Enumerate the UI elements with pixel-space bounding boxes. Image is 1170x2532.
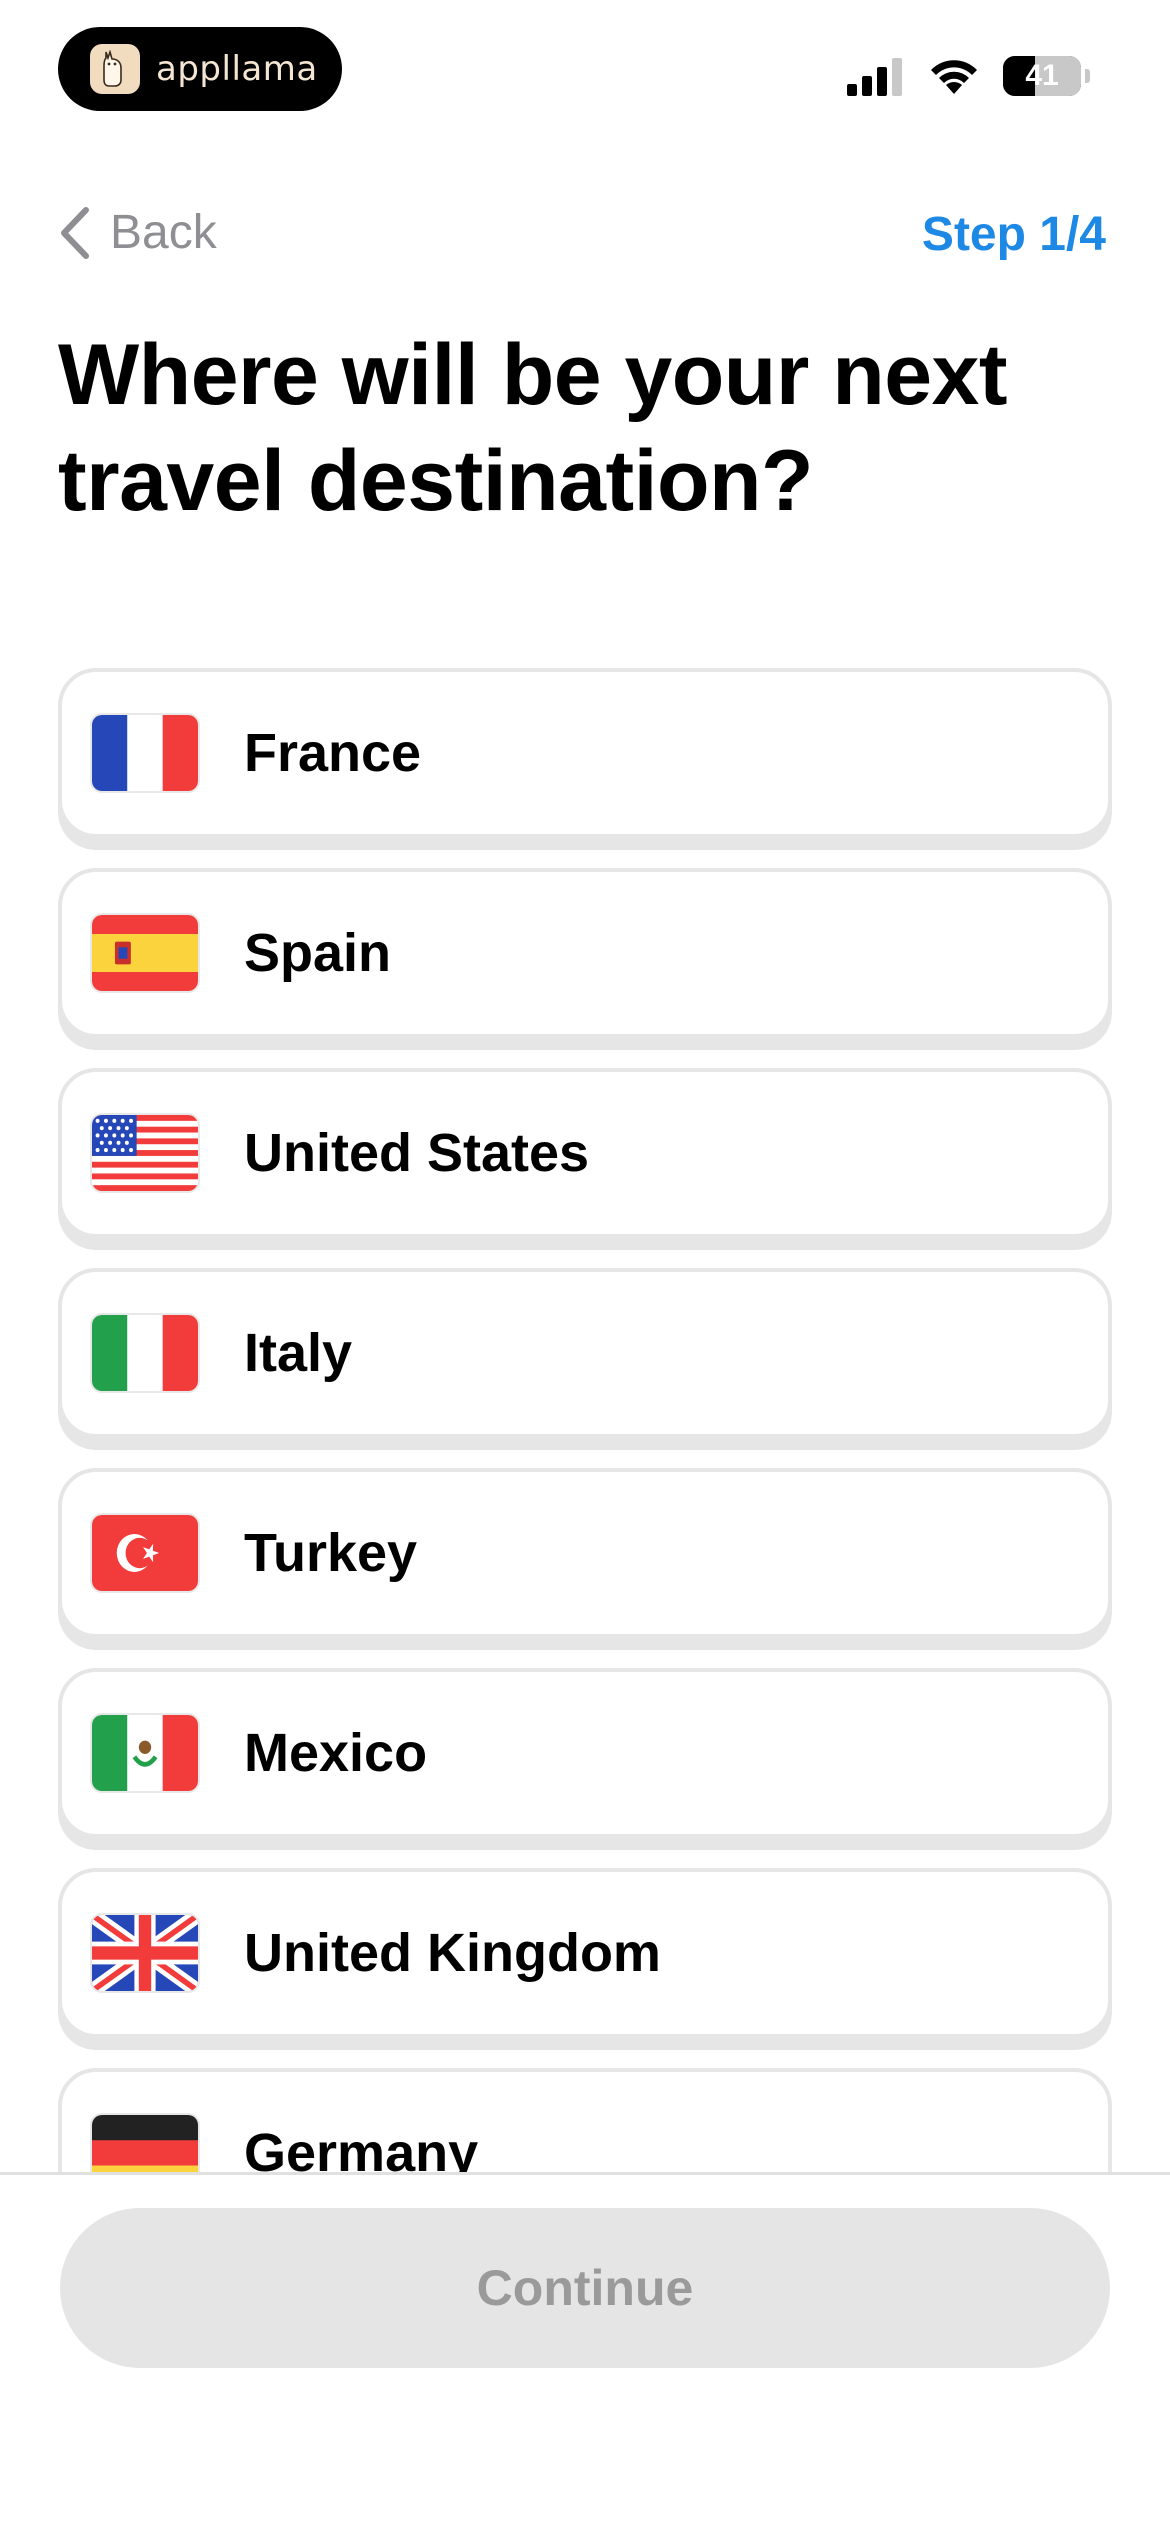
turkey-flag-icon xyxy=(90,1513,200,1593)
option-mexico[interactable]: Mexico xyxy=(58,1668,1112,1838)
option-united-states[interactable]: United States xyxy=(58,1068,1112,1238)
option-label: Germany xyxy=(244,2123,479,2172)
brand-pill: appllama xyxy=(58,27,342,111)
italy-flag-icon xyxy=(90,1313,200,1393)
nav-bar: Back Step 1/4 xyxy=(0,195,1170,275)
back-label: Back xyxy=(110,206,217,259)
continue-button[interactable]: Continue xyxy=(60,2208,1110,2368)
option-united-kingdom[interactable]: United Kingdom xyxy=(58,1868,1112,2038)
option-label: Mexico xyxy=(244,1723,428,1783)
step-indicator: Step 1/4 xyxy=(921,208,1106,261)
battery-indicator: 41 xyxy=(1003,56,1090,96)
destination-list[interactable]: France Spain United States Italy Turkey … xyxy=(58,668,1112,2172)
uk-flag-icon xyxy=(90,1913,200,1993)
option-france[interactable]: France xyxy=(58,668,1112,838)
wifi-icon xyxy=(931,60,977,94)
option-label: Italy xyxy=(244,1323,353,1383)
back-button[interactable]: Back xyxy=(58,205,217,260)
option-germany[interactable]: Germany xyxy=(58,2068,1112,2172)
battery-icon: 41 xyxy=(1003,56,1081,96)
option-label: United States xyxy=(244,1123,590,1183)
option-turkey[interactable]: Turkey xyxy=(58,1468,1112,1638)
llama-logo-icon xyxy=(90,44,140,94)
chevron-left-icon xyxy=(61,206,89,259)
status-bar: appllama 41 xyxy=(0,0,1170,130)
spain-flag-icon xyxy=(90,913,200,993)
mexico-flag-icon xyxy=(90,1713,200,1793)
status-icons: 41 xyxy=(847,56,1090,96)
france-flag-icon xyxy=(90,713,200,793)
germany-flag-icon xyxy=(90,2113,200,2172)
brand-name: appllama xyxy=(156,49,318,89)
bottom-divider xyxy=(0,2172,1170,2175)
option-label: France xyxy=(244,723,422,783)
option-spain[interactable]: Spain xyxy=(58,868,1112,1038)
option-label: Spain xyxy=(244,923,392,983)
cellular-signal-icon xyxy=(847,58,902,96)
usa-flag-icon xyxy=(90,1113,200,1193)
option-italy[interactable]: Italy xyxy=(58,1268,1112,1438)
option-label: Turkey xyxy=(244,1523,418,1583)
option-label: United Kingdom xyxy=(244,1923,661,1983)
page-title: Where will be your next travel destinati… xyxy=(58,327,1008,529)
battery-level: 41 xyxy=(1025,59,1059,92)
